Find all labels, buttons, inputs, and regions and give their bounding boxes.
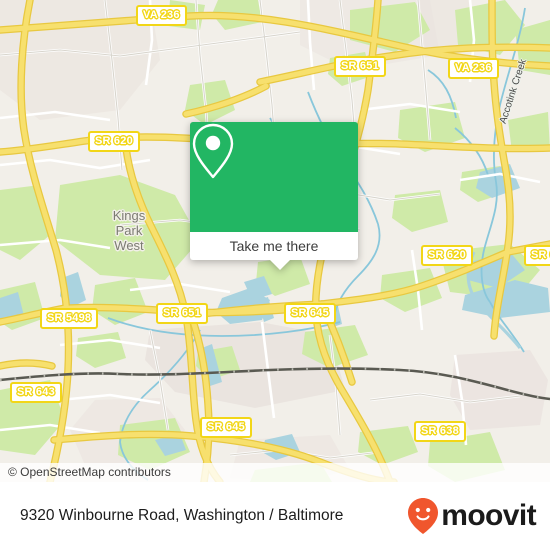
shield-sr-651-northeast: SR 651 [334, 56, 386, 77]
moovit-smiley-pin-icon [408, 498, 439, 534]
shield-sr-645-center: SR 645 [284, 303, 336, 324]
take-me-there-label: Take me there [229, 238, 319, 254]
osm-attribution: © OpenStreetMap contributors [0, 463, 550, 482]
popup-header [190, 122, 358, 232]
shield-sr-5498: SR 5498 [40, 308, 99, 329]
map-canvas[interactable]: VA 236 SR 651 VA 236 SR 620 SR 620 SR 6 … [0, 0, 550, 482]
map-screenshot: VA 236 SR 651 VA 236 SR 620 SR 620 SR 6 … [0, 0, 550, 550]
address-label: 9320 Winbourne Road, Washington / Baltim… [20, 507, 344, 524]
shield-sr-6-edge: SR 6 [524, 245, 550, 266]
shield-va-236-north: VA 236 [136, 5, 187, 26]
shield-sr-620-west: SR 620 [88, 131, 140, 152]
footer-bar: 9320 Winbourne Road, Washington / Baltim… [0, 482, 550, 550]
location-pin-icon [192, 123, 234, 179]
moovit-wordmark: moovit [441, 499, 536, 532]
place-label-line-3: West [114, 238, 144, 253]
shield-va-236-northeast: VA 236 [448, 58, 499, 79]
moovit-logo: moovit [407, 497, 537, 535]
place-label-line-1: Kings [112, 208, 146, 223]
popup-pointer [269, 259, 291, 270]
shield-sr-651-south: SR 651 [156, 303, 208, 324]
place-label-kings-park-west: Kings Park West [99, 208, 159, 253]
shield-sr-645-south: SR 645 [200, 417, 252, 438]
place-label-line-2: Park [115, 223, 143, 238]
shield-sr-643: SR 643 [10, 382, 62, 403]
destination-popup[interactable]: Take me there [190, 122, 358, 270]
take-me-there-button[interactable]: Take me there [190, 232, 358, 270]
shield-sr-620-east: SR 620 [421, 245, 473, 266]
shield-sr-638: SR 638 [414, 421, 466, 442]
